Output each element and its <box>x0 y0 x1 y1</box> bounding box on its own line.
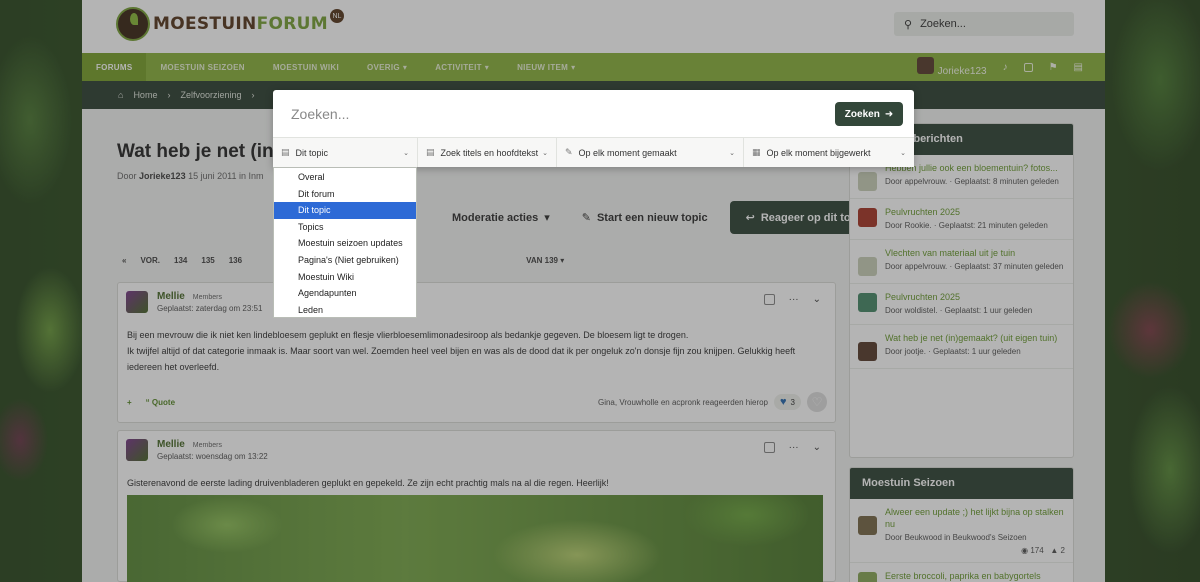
arrow-right-icon: ➜ <box>884 108 894 120</box>
search-submit-button[interactable]: Zoeken ➜ <box>835 102 903 126</box>
dropdown-option-leden[interactable]: Leden <box>274 302 416 319</box>
document-icon: ▤ <box>281 147 290 157</box>
calendar-icon: ▦ <box>752 147 761 157</box>
dropdown-option-topics[interactable]: Topics <box>274 219 416 236</box>
dropdown-option-dit-topic[interactable]: Dit topic <box>274 202 416 219</box>
search-filters: ▤ Dit topic ⌄ ▤ Zoek titels en hoofdtekst ⌄ … <box>273 137 914 167</box>
search-modal: Zoeken... Zoeken ➜ ▤ Dit topic ⌄ ▤ Zoek tite… <box>273 90 914 167</box>
modal-backdrop[interactable] <box>0 0 1200 582</box>
dropdown-option-paginas[interactable]: Pagina's (Niet gebruiken) <box>274 252 416 269</box>
chevron-down-icon: ⌄ <box>403 149 409 157</box>
dropdown-option-dit-forum[interactable]: Dit forum <box>274 186 416 203</box>
chevron-down-icon: ⌄ <box>900 149 906 157</box>
dropdown-option-overal[interactable]: Overal <box>274 169 416 186</box>
dropdown-option-agendapunten[interactable]: Agendapunten <box>274 285 416 302</box>
scope-select[interactable]: ▤ Dit topic ⌄ <box>273 138 418 167</box>
search-input[interactable]: Zoeken... <box>283 99 823 129</box>
dropdown-option-seizoen-updates[interactable]: Moestuin seizoen updates <box>274 235 416 252</box>
updated-select[interactable]: ▦ Op elk moment bijgewerkt ⌄ <box>744 138 914 167</box>
chevron-down-icon: ⌄ <box>542 149 548 157</box>
pencil-icon: ✎ <box>565 147 573 157</box>
search-in-select[interactable]: ▤ Zoek titels en hoofdtekst ⌄ <box>418 138 557 167</box>
scope-dropdown: Overal Dit forum Dit topic Topics Moestu… <box>273 167 417 318</box>
created-select[interactable]: ✎ Op elk moment gemaakt ⌄ <box>557 138 744 167</box>
document-icon: ▤ <box>426 147 435 157</box>
chevron-down-icon: ⌄ <box>729 149 735 157</box>
dropdown-option-moestuin-wiki[interactable]: Moestuin Wiki <box>274 269 416 286</box>
